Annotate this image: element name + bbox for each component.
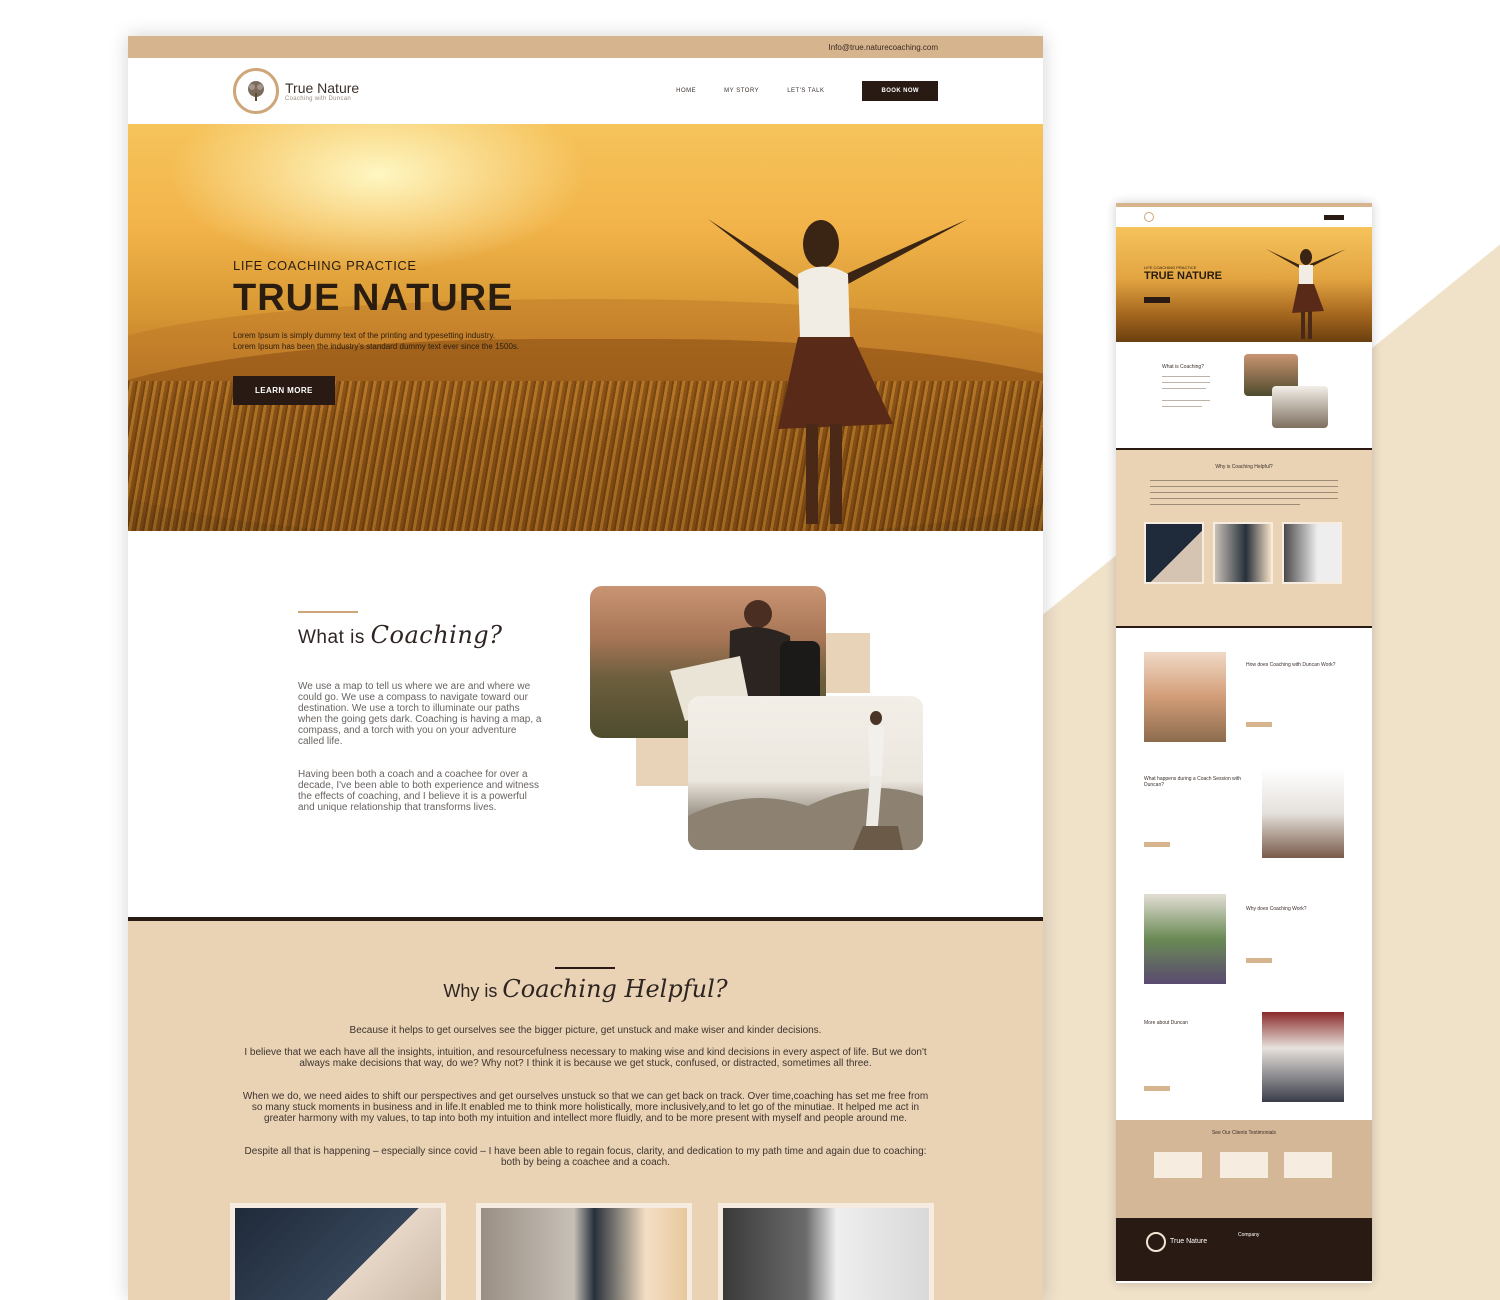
- contact-email-link[interactable]: Info@true.naturecoaching.com: [828, 43, 938, 52]
- why-paragraph-1: Because it helps to get ourselves see th…: [349, 1025, 822, 1036]
- tree-icon: [1146, 1232, 1166, 1252]
- mobile-works-heading: Why does Coaching Work?: [1246, 906, 1307, 912]
- testimonial-card: [1154, 1152, 1202, 1178]
- text-line: [1150, 486, 1338, 487]
- mobile-why-heading: Why is Coaching Helpful?: [1215, 464, 1273, 470]
- mobile-learn-more-button[interactable]: [1144, 297, 1170, 303]
- mobile-works-photo: [1144, 894, 1226, 984]
- text-line: [1162, 406, 1202, 407]
- mobile-session-heading: What happens during a Coach Session with…: [1144, 776, 1242, 788]
- mobile-footer-brand: True Nature: [1170, 1238, 1208, 1245]
- writing-photo: [235, 1208, 441, 1300]
- top-contact-bar: Info@true.naturecoaching.com: [128, 36, 1043, 58]
- text-line: [1162, 376, 1210, 377]
- desktop-mockup: Info@true.naturecoaching.com True Nature…: [128, 36, 1043, 1300]
- heading-script: Coaching Helpful?: [502, 975, 728, 1003]
- text-line: [1162, 400, 1210, 401]
- mobile-card-photo-3: [1282, 522, 1342, 584]
- why-paragraph-2: I believe that we each have all the insi…: [244, 1047, 927, 1069]
- testimonial-card: [1220, 1152, 1268, 1178]
- hero-banner: LIFE COACHING PRACTICE TRUE NATURE Lorem…: [128, 124, 1043, 531]
- hero-description: Lorem Ipsum is simply dummy text of the …: [233, 330, 573, 352]
- brand-logo[interactable]: True Nature Coaching with Duncan: [285, 80, 359, 102]
- text-line: [1162, 382, 1210, 383]
- nav-lets-talk[interactable]: LET'S TALK: [787, 88, 824, 94]
- text-line: [1162, 388, 1206, 389]
- section-divider: [555, 967, 615, 969]
- text-line: [1150, 504, 1300, 505]
- main-navbar: True Nature Coaching with Duncan HOME MY…: [128, 58, 1043, 124]
- mobile-about-heading: More about Duncan: [1144, 1020, 1188, 1026]
- hero-desc-line-1: Lorem Ipsum is simply dummy text of the …: [233, 331, 496, 340]
- mobile-hero: LIFE COACHING PRACTICE TRUE NATURE: [1116, 227, 1372, 342]
- text-line: [1150, 480, 1338, 481]
- decor-square: [826, 633, 870, 693]
- hero-desc-line-2: Lorem Ipsum has been the industry's stan…: [233, 342, 520, 351]
- session-photo: [481, 1208, 687, 1300]
- what-is-coaching-heading: What is Coaching?: [298, 621, 503, 649]
- mobile-read-more-button[interactable]: [1144, 842, 1170, 847]
- brand-name: True Nature: [285, 80, 360, 96]
- why-coaching-helpful-section: Why is Coaching Helpful? Because it help…: [128, 917, 1043, 1300]
- fullpage-mockup: LIFE COACHING PRACTICE TRUE NATURE What …: [1116, 203, 1372, 1283]
- mobile-read-more-button[interactable]: [1246, 722, 1272, 727]
- hero-woman-figure: [708, 219, 968, 524]
- mobile-what-heading: What is Coaching?: [1162, 364, 1204, 370]
- what-is-coaching-section: What is Coaching? We use a map to tell u…: [128, 531, 1043, 917]
- mobile-card-photo-1: [1144, 522, 1204, 584]
- mobile-about-photo: [1262, 1012, 1344, 1102]
- mobile-card-photo-2: [1213, 522, 1273, 584]
- mobile-why-section: Why is Coaching Helpful?: [1116, 450, 1372, 628]
- nav-my-story[interactable]: MY STORY: [724, 88, 759, 94]
- coaching-card-3[interactable]: [718, 1203, 934, 1300]
- mobile-details-section: How does Coaching with Duncan Work? What…: [1116, 628, 1372, 1120]
- mobile-testimonials-heading: See Our Clients Testimonials: [1211, 1130, 1277, 1136]
- brand-tagline: Coaching with Duncan: [285, 96, 352, 102]
- why-coaching-heading: Why is Coaching Helpful?: [128, 975, 1043, 1003]
- coaching-card-2[interactable]: [476, 1203, 692, 1300]
- why-paragraph-4: Despite all that is happening – especial…: [244, 1146, 927, 1168]
- hero-text-block: LIFE COACHING PRACTICE TRUE NATURE Lorem…: [233, 258, 573, 405]
- what-paragraph-2: Having been both a coach and a coachee f…: [298, 769, 539, 813]
- mobile-hero-figure: [1266, 249, 1346, 339]
- mobile-footer: True Nature Company: [1116, 1218, 1372, 1281]
- mobile-hero-title: TRUE NATURE: [1144, 270, 1223, 282]
- woman-mountain-photo: [688, 696, 923, 850]
- mobile-testimonials-section: See Our Clients Testimonials: [1116, 1120, 1372, 1218]
- mobile-what-section: What is Coaching?: [1116, 342, 1372, 450]
- learn-more-button[interactable]: LEARN MORE: [233, 376, 335, 405]
- mobile-read-more-button[interactable]: [1246, 958, 1272, 963]
- text-line: [1150, 498, 1338, 499]
- mobile-session-photo: [1262, 768, 1344, 858]
- mobile-duncan-photo: [1144, 652, 1226, 742]
- nav-home[interactable]: HOME: [676, 88, 696, 94]
- book-now-button[interactable]: BOOK NOW: [862, 81, 938, 101]
- what-paragraph-1: We use a map to tell us where we are and…: [298, 681, 542, 747]
- mobile-how-heading: How does Coaching with Duncan Work?: [1246, 662, 1336, 668]
- text-line: [1150, 492, 1338, 493]
- tree-icon[interactable]: [1144, 212, 1154, 222]
- coach-photo: [723, 1208, 929, 1300]
- hero-kicker: LIFE COACHING PRACTICE: [233, 258, 417, 273]
- mobile-mountain-photo: [1272, 386, 1328, 428]
- mobile-footer-company: Company: [1238, 1232, 1260, 1238]
- heading-script: Coaching?: [370, 621, 503, 649]
- section-divider: [298, 611, 358, 613]
- heading-plain: What is: [298, 627, 365, 648]
- hero-title: TRUE NATURE: [233, 277, 514, 319]
- testimonial-card: [1284, 1152, 1332, 1178]
- mobile-book-button[interactable]: [1324, 214, 1344, 220]
- mobile-navbar: [1116, 207, 1372, 227]
- decor-square: [636, 738, 688, 786]
- heading-plain: Why is: [443, 981, 498, 1001]
- mobile-read-more-button[interactable]: [1144, 1086, 1170, 1091]
- nav-links: HOME MY STORY LET'S TALK BOOK NOW: [676, 81, 938, 101]
- coaching-card-1[interactable]: [230, 1203, 446, 1300]
- tree-icon[interactable]: [233, 68, 279, 114]
- why-paragraph-3: When we do, we need aides to shift our p…: [242, 1091, 929, 1124]
